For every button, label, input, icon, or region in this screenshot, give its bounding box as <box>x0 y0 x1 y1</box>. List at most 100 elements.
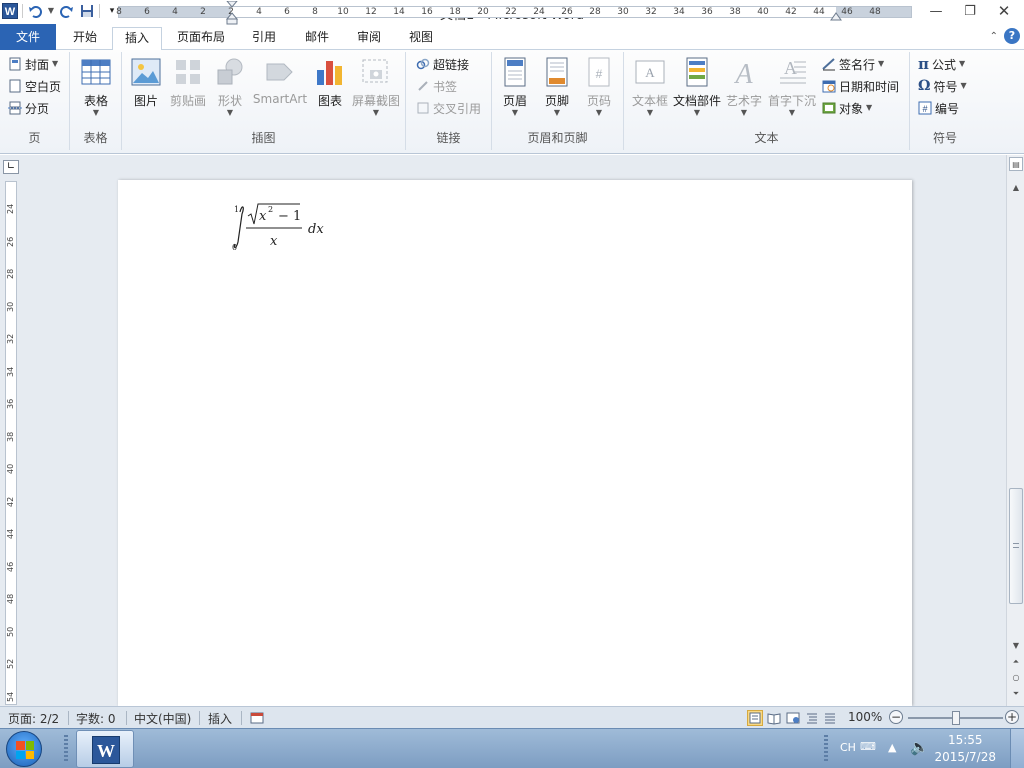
vertical-ruler-tick-label: 38 <box>6 431 15 442</box>
web-layout-view-button[interactable] <box>785 710 801 726</box>
volume-icon[interactable]: 🔈 <box>910 738 929 756</box>
full-screen-reading-view-button[interactable] <box>766 710 782 726</box>
vertical-scrollbar[interactable]: ▤ ▲ ▼ ⏶ ○ ⏷ <box>1006 155 1024 706</box>
language-indicator[interactable]: 中文(中国) <box>134 710 191 727</box>
print-layout-view-button[interactable] <box>747 710 763 726</box>
signature-icon <box>822 57 836 71</box>
outline-view-button[interactable] <box>804 710 820 726</box>
print-layout-icon <box>749 712 761 724</box>
chevron-down-icon: ▼ <box>693 108 701 117</box>
restore-button[interactable]: ❐ <box>956 2 984 20</box>
right-indent-marker[interactable] <box>830 11 842 21</box>
scroll-thumb[interactable] <box>1009 488 1023 604</box>
quick-parts-icon <box>686 57 708 87</box>
svg-text:#: # <box>922 104 927 114</box>
show-desktop-button[interactable] <box>1010 729 1024 768</box>
bookmark-button[interactable]: 书签 <box>416 76 457 96</box>
wordart-label: 艺术字 <box>725 94 762 108</box>
browse-object-icon: ○ <box>1012 673 1020 682</box>
view-ruler-button[interactable]: ▤ <box>1009 157 1023 171</box>
number-label: 编号 <box>935 101 960 116</box>
word-count[interactable]: 字数: 0 <box>76 710 116 727</box>
quick-parts-label: 文档部件 <box>672 94 721 108</box>
tab-home[interactable]: 开始 <box>60 27 110 50</box>
cover-page-button[interactable]: 封面 ▼ <box>8 54 58 74</box>
table-button[interactable]: 表格 ▼ <box>78 56 114 122</box>
ruler-tick-label: 40 <box>757 7 769 17</box>
ruler-tick-label: 4 <box>256 7 262 17</box>
clipart-button[interactable]: 剪贴画 <box>168 56 208 122</box>
screenshot-button[interactable]: 屏幕截图 ▼ <box>350 56 402 122</box>
next-page-button[interactable]: ⏷ <box>1009 687 1023 701</box>
blank-page-button[interactable]: 空白页 <box>8 76 61 96</box>
vertical-ruler[interactable]: 24 26 28 30 32 34 36 38 40 42 44 46 48 50 52 54 <box>5 181 17 705</box>
chart-button[interactable]: 图表 <box>312 56 348 122</box>
minimize-icon: — <box>929 3 943 19</box>
textbox-button[interactable]: A 文本框 ▼ <box>630 56 670 122</box>
draft-view-button[interactable] <box>822 710 838 726</box>
tab-selector-button[interactable]: ∟ <box>3 160 19 174</box>
horizontal-ruler[interactable]: 8 6 4 2 2 4 6 8 10 12 14 16 18 20 22 24 26 28 30 32 34 36 38 40… <box>116 1 912 25</box>
ruler-tick-label: 4 <box>172 7 178 17</box>
header-button[interactable]: 页眉 ▼ <box>496 56 534 122</box>
help-icon[interactable]: ? <box>1004 28 1020 44</box>
tab-review[interactable]: 审阅 <box>345 27 393 50</box>
minimize-ribbon-button[interactable]: ⌃ <box>990 31 998 42</box>
web-layout-icon <box>786 712 800 724</box>
previous-page-button[interactable]: ⏶ <box>1009 655 1023 669</box>
close-button[interactable]: ✕ <box>990 2 1018 20</box>
date-time-button[interactable]: 日期和时间 <box>822 76 899 96</box>
scroll-up-button[interactable]: ▲ <box>1009 181 1023 195</box>
zoom-slider-thumb[interactable] <box>951 711 960 725</box>
picture-button[interactable]: 图片 <box>128 56 164 122</box>
page-number-button[interactable]: # 页码 ▼ <box>580 56 618 122</box>
shapes-button[interactable]: 形状 ▼ <box>212 56 248 122</box>
symbol-button[interactable]: Ω 符号 ▼ <box>918 76 967 96</box>
scroll-down-button[interactable]: ▼ <box>1009 639 1023 653</box>
system-clock[interactable]: 15:55 2015/7/28 <box>934 732 996 766</box>
show-hidden-icons-button[interactable]: ▲ <box>888 741 896 754</box>
integral-equation[interactable]: 1 0 x 2 − 1 x dx <box>228 192 328 257</box>
number-button[interactable]: # 编号 <box>918 98 959 118</box>
ruler-tick-label: 30 <box>617 7 629 17</box>
signature-line-button[interactable]: 签名行 ▼ <box>822 54 884 74</box>
status-divider <box>241 711 242 725</box>
quick-parts-button[interactable]: 文档部件 ▼ <box>672 56 722 122</box>
vertical-ruler-tick-label: 50 <box>6 626 15 637</box>
page-break-label: 分页 <box>25 101 50 116</box>
bookmark-icon <box>416 79 430 93</box>
cross-reference-button[interactable]: 交叉引用 <box>416 98 481 118</box>
tab-view[interactable]: 视图 <box>397 27 445 50</box>
minimize-button[interactable]: — <box>922 2 950 20</box>
start-button[interactable] <box>6 731 42 767</box>
indent-marker[interactable] <box>225 1 239 25</box>
zoom-out-button[interactable]: − <box>889 710 903 724</box>
ime-indicator[interactable]: CH <box>840 741 856 754</box>
hyperlink-button[interactable]: 超链接 <box>416 54 469 74</box>
ruler-tick-label: 12 <box>365 7 377 17</box>
insert-mode-indicator[interactable]: 插入 <box>208 710 232 727</box>
tab-insert[interactable]: 插入 <box>112 27 162 51</box>
taskbar-word-button[interactable]: W <box>76 730 134 768</box>
footer-button[interactable]: 页脚 ▼ <box>538 56 576 122</box>
page-break-button[interactable]: 分页 <box>8 98 49 118</box>
page-count[interactable]: 页面: 2/2 <box>8 710 59 727</box>
zoom-in-button[interactable]: + <box>1005 710 1019 724</box>
tab-mailings[interactable]: 邮件 <box>293 27 341 50</box>
select-browse-object-button[interactable]: ○ <box>1009 671 1023 685</box>
tab-page-layout[interactable]: 页面布局 <box>168 27 234 50</box>
object-button[interactable]: 对象 ▼ <box>822 98 872 118</box>
zoom-level[interactable]: 100% <box>848 710 882 724</box>
tab-references[interactable]: 引用 <box>240 27 288 50</box>
tab-file[interactable]: 文件 <box>0 24 56 50</box>
document-page[interactable]: 1 0 x 2 − 1 x dx <box>118 180 912 706</box>
equation-button[interactable]: π 公式 ▼ <box>918 54 965 74</box>
wordart-button[interactable]: A 艺术字 ▼ <box>724 56 764 122</box>
ribbon-tabs: 文件 开始 插入 页面布局 引用 邮件 审阅 视图 ⌃ ? <box>0 24 1024 51</box>
dropcap-button[interactable]: A 首字下沉 ▼ <box>766 56 818 122</box>
keyboard-icon[interactable]: ⌨ <box>860 740 876 753</box>
smartart-button[interactable]: SmartArt <box>252 56 308 122</box>
integral-lower-limit: 0 <box>232 243 237 252</box>
macro-record-button[interactable] <box>249 710 265 726</box>
windows-logo-icon <box>16 741 34 759</box>
